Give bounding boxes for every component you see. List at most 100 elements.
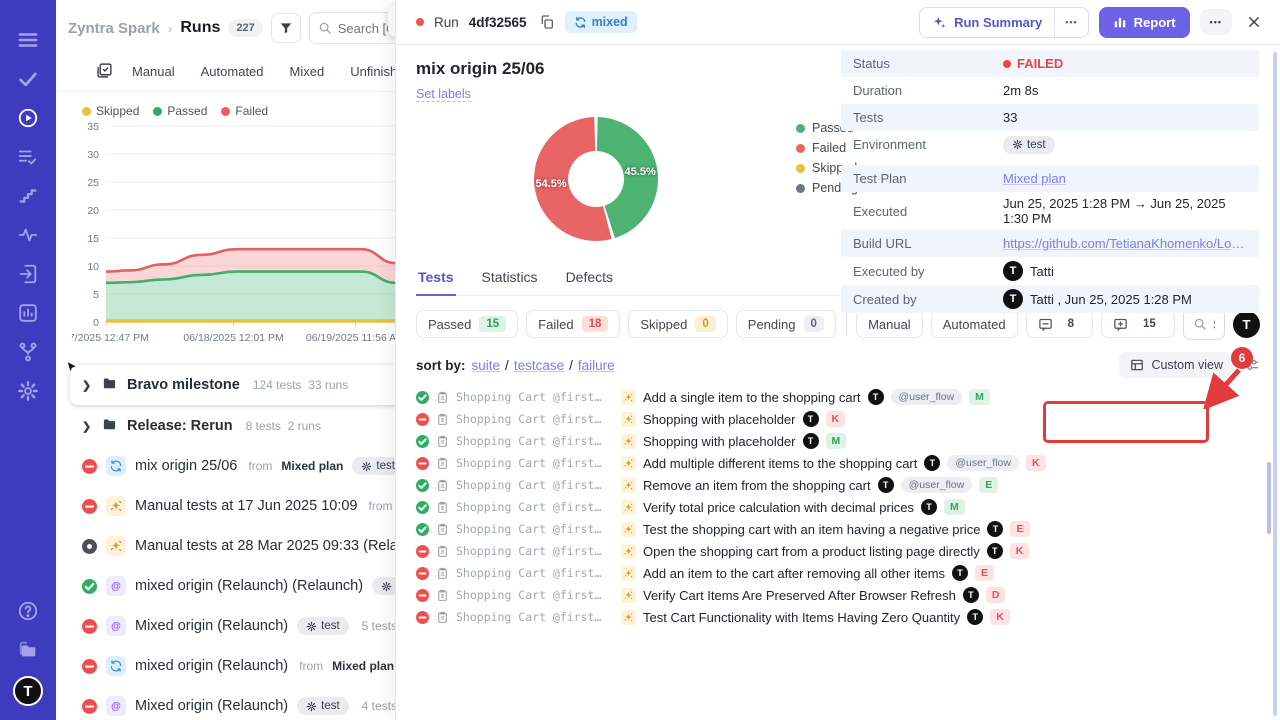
comment-add-icon-chip[interactable]: 15 <box>1101 310 1175 338</box>
test-title[interactable]: Remove an item from the shopping cart <box>643 478 871 493</box>
tests-search-input[interactable] <box>1213 317 1215 332</box>
detail-row: Environment test <box>841 131 1259 158</box>
run-row[interactable]: Manual tests at 28 Mar 2025 09:33 (Relau… <box>56 526 416 566</box>
detail-link[interactable]: Mixed plan <box>1003 171 1066 186</box>
sort-by-testcase[interactable]: testcase <box>514 358 564 373</box>
runs-tab-automated[interactable]: Automated <box>201 64 264 79</box>
sidebar-gear-icon[interactable] <box>15 378 41 404</box>
sidebar-help-icon[interactable] <box>15 598 41 624</box>
detail-link[interactable]: https://github.com/TetianaKhomenko/Load-… <box>1003 236 1247 251</box>
runs-tab-mixed[interactable]: Mixed <box>290 64 325 79</box>
test-suite[interactable]: Shopping Cart @first… <box>456 610 614 624</box>
tab-tests[interactable]: Tests <box>416 263 456 296</box>
test-suite[interactable]: Shopping Cart @first… <box>456 390 614 404</box>
test-suite[interactable]: Shopping Cart @first… <box>456 456 614 470</box>
comment-icon-chip[interactable]: 8 <box>1026 310 1093 338</box>
test-title[interactable]: Add an item to the cart after removing a… <box>643 566 945 581</box>
test-suite[interactable]: Shopping Cart @first… <box>456 478 614 492</box>
sidebar-hamburger-icon[interactable] <box>15 27 41 53</box>
test-tag[interactable]: @user_flow <box>901 477 973 493</box>
test-title[interactable]: Test the shopping cart with an item havi… <box>643 522 980 537</box>
chevron-right-icon[interactable]: ❯ <box>82 379 92 392</box>
filter-chip-skipped[interactable]: Skipped0 <box>628 310 727 338</box>
select-all-icon[interactable] <box>96 62 113 82</box>
test-row[interactable]: Shopping Cart @first… Add a single item … <box>416 386 1260 408</box>
test-title[interactable]: Add a single item to the shopping cart <box>643 390 861 405</box>
sidebar-activity-icon[interactable] <box>15 222 41 248</box>
test-suite[interactable]: Shopping Cart @first… <box>456 500 614 514</box>
custom-view-button[interactable]: Custom view <box>1119 352 1234 378</box>
view-settings-icon[interactable] <box>1244 357 1260 373</box>
test-row[interactable]: Shopping Cart @first… Remove an item fro… <box>416 474 1260 496</box>
filter-chip-passed[interactable]: Passed15 <box>416 310 518 338</box>
sidebar-play-circle-icon[interactable] <box>15 105 41 131</box>
set-labels-link[interactable]: Set labels <box>416 87 471 102</box>
tab-defects[interactable]: Defects <box>564 263 615 295</box>
chevron-right-icon[interactable]: ❯ <box>82 420 92 433</box>
sidebar-steps-icon[interactable] <box>15 183 41 209</box>
list-scrollbar[interactable] <box>1267 462 1271 534</box>
sidebar-check-icon[interactable] <box>15 66 41 92</box>
test-suite[interactable]: Shopping Cart @first… <box>456 544 614 558</box>
filter-chip-automated[interactable]: Automated <box>931 310 1018 338</box>
run-folder-row[interactable]: ❯ Bravo milestone 124 tests 33 runs <box>70 365 416 405</box>
test-row[interactable]: Shopping Cart @first… Test the shopping … <box>416 518 1260 540</box>
copy-run-id-button[interactable] <box>539 14 555 30</box>
test-title[interactable]: Open the shopping cart from a product li… <box>643 544 980 559</box>
test-tag[interactable]: @user_flow <box>891 389 963 405</box>
run-row[interactable]: mix origin 25/06 fromMixed plan test 33 … <box>56 446 416 486</box>
filter-chip-failed[interactable]: Failed18 <box>526 310 620 338</box>
test-row[interactable]: Shopping Cart @first… Open the shopping … <box>416 540 1260 562</box>
test-title[interactable]: Shopping with placeholder <box>643 434 796 449</box>
run-folder-row[interactable]: ❯ Release: Rerun 8 tests 2 runs <box>56 406 416 446</box>
filter-chip-pending[interactable]: Pending0 <box>736 310 836 338</box>
svg-text:17/2025 12:47 PM: 17/2025 12:47 PM <box>72 332 149 344</box>
sidebar-branch-icon[interactable] <box>15 339 41 365</box>
user-avatar[interactable]: T <box>13 676 43 706</box>
run-summary-button[interactable]: Run Summary ••• <box>919 7 1089 38</box>
test-tag[interactable]: @user_flow <box>947 455 1019 471</box>
run-row[interactable]: @ Mixed origin (Relaunch) test 5 tests <box>56 606 416 646</box>
tab-statistics[interactable]: Statistics <box>480 263 540 295</box>
more-actions-button[interactable]: ••• <box>1200 9 1232 35</box>
test-suite[interactable]: Shopping Cart @first… <box>456 566 614 580</box>
filter-button[interactable] <box>271 13 301 43</box>
run-row[interactable]: mixed origin (Relaunch) fromMixed plan t… <box>56 646 416 686</box>
sidebar-chart-box-icon[interactable] <box>15 300 41 326</box>
panel-scrollbar[interactable] <box>1273 52 1277 716</box>
sort-by-suite[interactable]: suite <box>472 358 501 373</box>
test-row[interactable]: Shopping Cart @first… Add an item to the… <box>416 562 1260 584</box>
run-summary-more-button[interactable]: ••• <box>1054 8 1087 37</box>
sort-by-failure[interactable]: failure <box>578 358 615 373</box>
run-row[interactable]: @ Mixed origin (Relaunch) test 4 tests <box>56 686 416 720</box>
detail-close-button[interactable] <box>1242 10 1266 34</box>
detail-value: 33 <box>1003 110 1017 125</box>
test-title[interactable]: Verify total price calculation with deci… <box>643 500 914 515</box>
sidebar-list-check-icon[interactable] <box>15 144 41 170</box>
test-title[interactable]: Test Cart Functionality with Items Havin… <box>643 610 960 625</box>
runs-tab-manual[interactable]: Manual <box>132 64 175 79</box>
test-row[interactable]: Shopping Cart @first… Test Cart Function… <box>416 606 1260 628</box>
run-name: mixed origin (Relaunch) <box>135 658 288 674</box>
test-title[interactable]: Verify Cart Items Are Preserved After Br… <box>643 588 956 603</box>
run-row[interactable]: @ mixed origin (Relaunch) (Relaunch) tes… <box>56 566 416 606</box>
report-button[interactable]: Report <box>1099 7 1190 38</box>
run-row[interactable]: Manual tests at 17 Jun 2025 10:09 frompl… <box>56 486 416 526</box>
test-suite[interactable]: Shopping Cart @first… <box>456 588 614 602</box>
test-suite[interactable]: Shopping Cart @first… <box>456 522 614 536</box>
test-suite[interactable]: Shopping Cart @first… <box>456 434 614 448</box>
test-suite[interactable]: Shopping Cart @first… <box>456 412 614 426</box>
filter-chip-manual[interactable]: Manual <box>856 310 923 338</box>
test-title[interactable]: Add multiple different items to the shop… <box>643 456 917 471</box>
test-row[interactable]: Shopping Cart @first… Verify total price… <box>416 496 1260 518</box>
manual-test-icon <box>621 500 636 515</box>
test-row[interactable]: Shopping Cart @first… Add multiple diffe… <box>416 452 1260 474</box>
test-row[interactable]: Shopping Cart @first… Shopping with plac… <box>416 408 1260 430</box>
user-avatar[interactable]: T <box>1233 311 1260 338</box>
test-title[interactable]: Shopping with placeholder <box>643 412 796 427</box>
test-row[interactable]: Shopping Cart @first… Shopping with plac… <box>416 430 1260 452</box>
test-row[interactable]: Shopping Cart @first… Verify Cart Items … <box>416 584 1260 606</box>
sidebar-folders-icon[interactable] <box>15 637 41 663</box>
breadcrumb-app[interactable]: Zyntra Spark <box>68 20 160 37</box>
sidebar-import-icon[interactable] <box>15 261 41 287</box>
